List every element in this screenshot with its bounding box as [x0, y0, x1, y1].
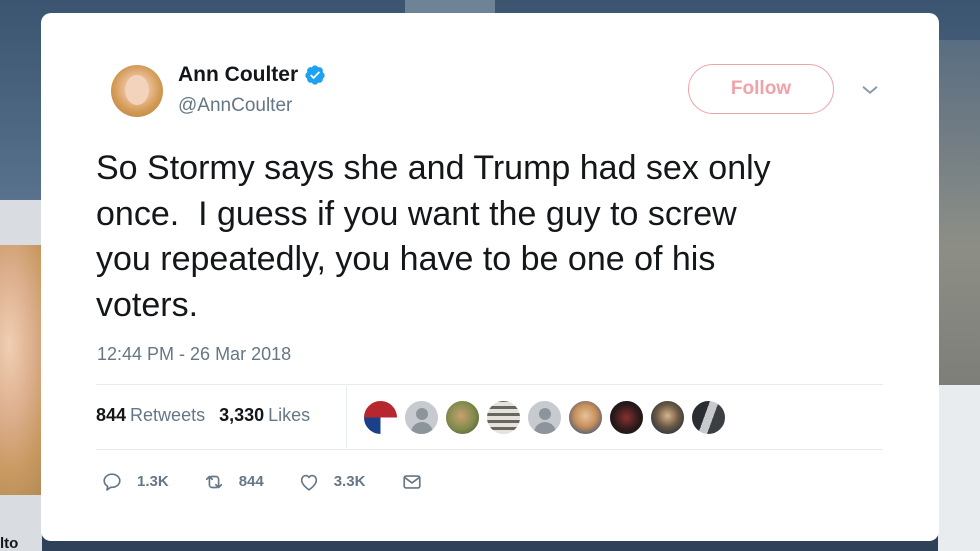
banner-building	[405, 0, 495, 14]
retweets-stat[interactable]: 844 Retweets	[96, 404, 205, 426]
stats-divider-bottom	[96, 449, 883, 450]
background-right-panel	[938, 385, 980, 551]
retweeter-avatar[interactable]	[404, 400, 439, 435]
retweeter-avatar[interactable]	[527, 400, 562, 435]
heart-icon	[300, 474, 317, 491]
retweeter-avatars	[363, 400, 732, 435]
author-display-name[interactable]: Ann Coulter	[178, 62, 298, 88]
author-handle[interactable]: @AnnCoulter	[178, 94, 292, 118]
follow-button[interactable]: Follow	[688, 64, 834, 114]
tweet-timestamp[interactable]: 12:44 PM - 26 Mar 2018	[97, 342, 291, 366]
direct-message-button[interactable]	[399, 471, 423, 493]
retweets-count: 844	[96, 405, 127, 425]
likes-stat[interactable]: 3,330 Likes	[219, 404, 310, 426]
retweeter-avatar[interactable]	[609, 400, 644, 435]
likes-count: 3,330	[219, 405, 265, 425]
author-avatar[interactable]	[111, 65, 163, 117]
stats-separator	[346, 386, 347, 448]
retweet-icon	[205, 475, 222, 489]
chevron-down-icon[interactable]	[859, 79, 881, 101]
like-button[interactable]: 3.3K	[298, 471, 366, 493]
retweeter-avatar[interactable]	[568, 400, 603, 435]
tweet-text: So Stormy says she and Trump had sex onl…	[96, 149, 771, 324]
like-count: 3.3K	[333, 473, 366, 490]
tweet-stats: 844 Retweets 3,330 Likes	[96, 404, 310, 426]
stats-divider-top	[96, 384, 883, 385]
likes-label: Likes	[268, 405, 311, 425]
background-right-edge	[938, 40, 980, 385]
retweeter-avatar[interactable]	[445, 400, 480, 435]
retweets-label: Retweets	[130, 405, 206, 425]
verified-badge-icon	[305, 65, 325, 85]
reply-button[interactable]: 1.3K	[101, 471, 169, 493]
reply-icon	[103, 473, 121, 491]
retweet-button[interactable]: 844	[203, 471, 264, 493]
mail-icon	[403, 475, 422, 489]
reply-count: 1.3K	[137, 473, 169, 490]
profile-avatar-large	[0, 245, 42, 495]
retweet-count: 844	[238, 473, 264, 490]
author-name-row: Ann Coulter	[178, 62, 326, 88]
retweeter-avatar[interactable]	[363, 400, 398, 435]
retweeter-avatar[interactable]	[650, 400, 685, 435]
tweet-actions: 1.3K 844 3.3K	[101, 471, 457, 493]
retweeter-avatar[interactable]	[691, 400, 726, 435]
tweet-card: Ann Coulter @AnnCoulter Follow So Stormy…	[41, 13, 939, 541]
retweeter-avatar[interactable]	[486, 400, 521, 435]
profile-name-fragment: lto	[0, 536, 19, 551]
